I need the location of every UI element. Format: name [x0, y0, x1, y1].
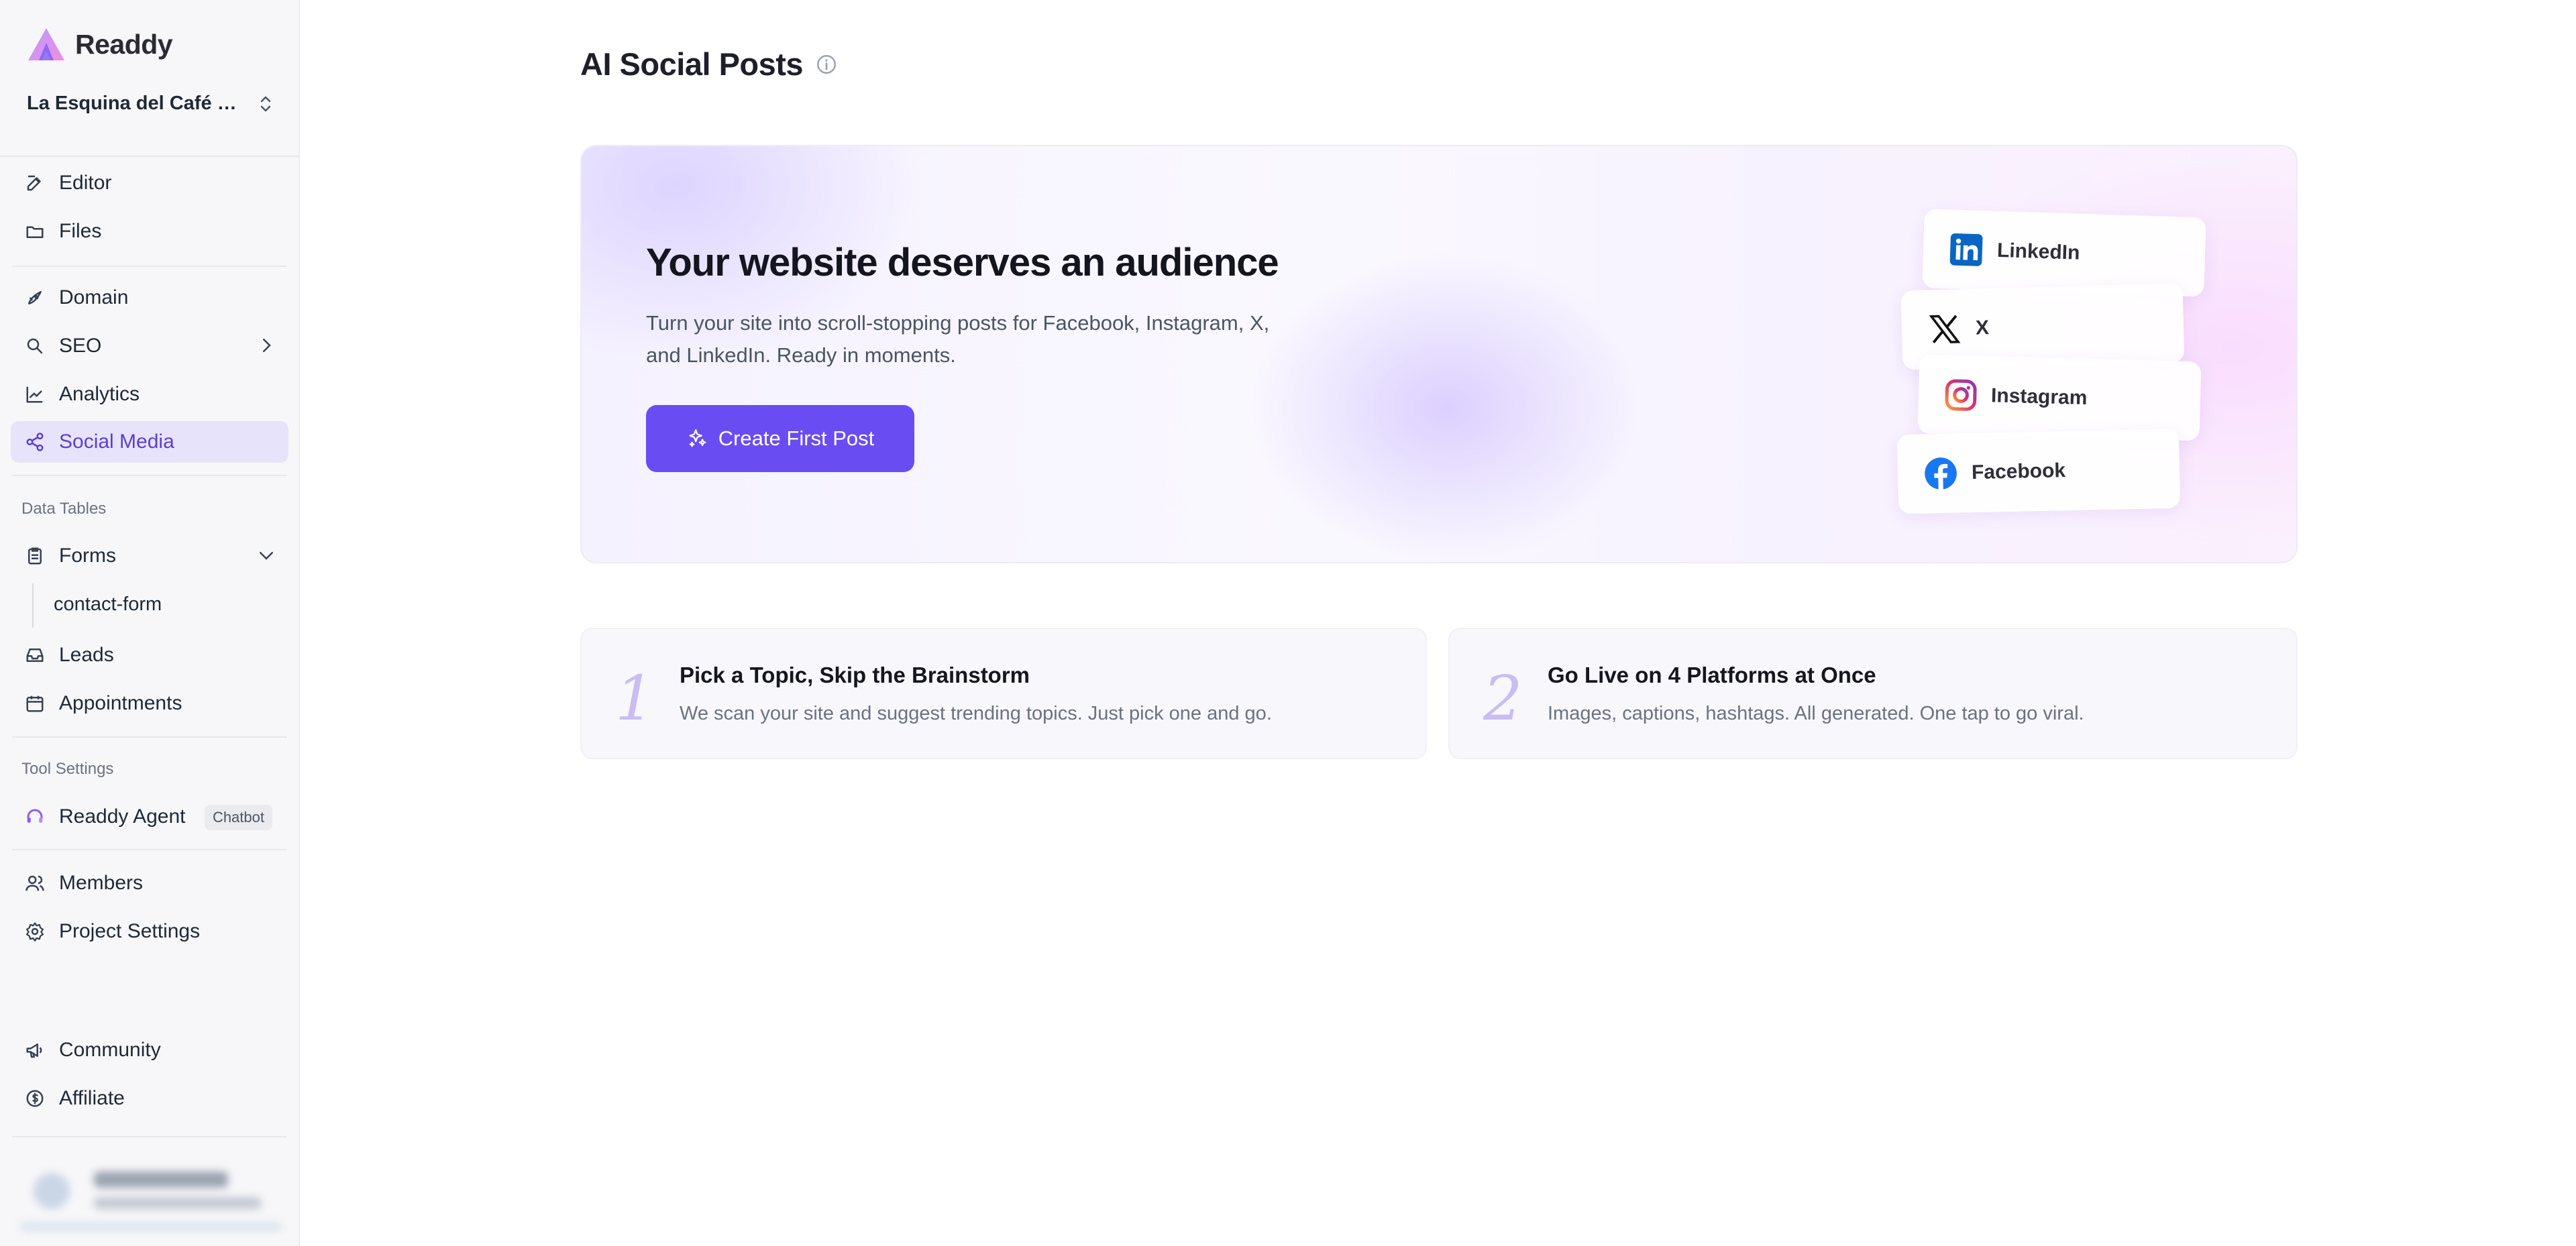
section-label-data-tables: Data Tables — [21, 500, 107, 518]
instagram-icon — [1945, 379, 1977, 411]
platform-label: LinkedIn — [1996, 239, 2080, 264]
sidebar-item-label: Readdy Agent — [59, 805, 186, 828]
sidebar-item-label: Analytics — [59, 383, 140, 405]
platform-label: X — [1975, 317, 1990, 339]
usage-bar — [20, 1223, 282, 1231]
sidebar-item-community[interactable]: Community — [11, 1029, 288, 1071]
chevron-right-icon — [256, 335, 276, 361]
sidebar-item-leads[interactable]: Leads — [11, 634, 288, 676]
share-icon — [24, 431, 46, 453]
hero-description: Turn your site into scroll-stopping post… — [646, 311, 1270, 367]
sidebar-item-members[interactable]: Members — [11, 862, 288, 904]
step-card-2: 2 Go Live on 4 Platforms at Once Images,… — [1448, 628, 2298, 759]
headset-icon — [24, 806, 46, 828]
chevron-updown-icon — [260, 96, 271, 111]
divider — [0, 156, 300, 157]
edit-icon — [24, 172, 46, 194]
sidebar-item-label: Forms — [59, 545, 116, 567]
hero-banner: Your website deserves an audience Turn y… — [580, 145, 2298, 563]
divider — [12, 1136, 287, 1137]
search-icon — [24, 335, 46, 357]
app-window: Readdy La Esquina del Café – ... Editor … — [0, 0, 2576, 1246]
platform-card-facebook: Facebook — [1896, 429, 2181, 514]
rocket-icon — [24, 287, 46, 308]
step-card-1: 1 Pick a Topic, Skip the Brainstorm We s… — [580, 628, 1427, 759]
info-icon[interactable] — [815, 53, 838, 76]
sidebar-item-label: Files — [59, 220, 102, 242]
app-name: Readdy — [75, 28, 173, 60]
avatar — [34, 1173, 70, 1209]
megaphone-icon — [24, 1039, 46, 1061]
chart-line-icon — [24, 384, 46, 405]
cta-label: Create First Post — [718, 427, 875, 450]
step-description: We scan your site and suggest trending t… — [680, 703, 1272, 724]
sidebar-item-label: Appointments — [59, 692, 182, 714]
sidebar-item-label: Project Settings — [59, 920, 201, 942]
page-header: AI Social Posts — [580, 46, 838, 82]
chevron-down-icon — [256, 545, 276, 571]
sparkles-icon — [689, 429, 706, 447]
users-icon — [24, 872, 46, 894]
project-switcher[interactable]: La Esquina del Café – ... — [27, 93, 274, 115]
sidebar-item-editor[interactable]: Editor — [11, 162, 288, 204]
divider — [12, 849, 287, 850]
platform-label: Instagram — [1990, 384, 2088, 410]
sidebar-item-domain[interactable]: Domain — [11, 277, 288, 319]
sidebar-subitem-contact-form[interactable]: contact-form — [54, 593, 162, 616]
main-content: AI Social Posts Your website deserves an… — [300, 0, 2576, 1246]
dollar-circle-icon — [24, 1088, 46, 1109]
gear-icon — [24, 921, 46, 942]
divider — [12, 736, 287, 738]
tree-line — [32, 583, 34, 628]
create-first-post-button[interactable]: Create First Post — [646, 405, 914, 472]
step-number: 1 — [615, 663, 655, 734]
sidebar-item-seo[interactable]: SEO — [11, 325, 288, 367]
facebook-icon — [1925, 457, 1957, 490]
sidebar-item-label: Affiliate — [59, 1087, 125, 1109]
sidebar: Readdy La Esquina del Café – ... Editor … — [0, 0, 300, 1246]
step-title: Pick a Topic, Skip the Brainstorm — [680, 663, 1030, 687]
sidebar-item-analytics[interactable]: Analytics — [11, 374, 288, 415]
divider — [12, 475, 287, 476]
sidebar-item-label: Community — [59, 1039, 161, 1061]
user-name-placeholder — [94, 1172, 228, 1188]
sidebar-item-files[interactable]: Files — [11, 211, 288, 252]
sidebar-item-forms[interactable]: Forms — [11, 535, 288, 577]
linkedin-icon — [1949, 233, 1983, 266]
sidebar-item-label: Domain — [59, 286, 129, 308]
divider — [12, 266, 287, 267]
sidebar-item-label: SEO — [59, 335, 102, 357]
step-description: Images, captions, hashtags. All generate… — [1548, 703, 2084, 724]
section-label-tool-settings: Tool Settings — [21, 760, 114, 778]
calendar-icon — [24, 693, 46, 714]
hero-title: Your website deserves an audience — [646, 241, 1279, 284]
logo[interactable]: Readdy — [27, 27, 173, 62]
inbox-icon — [24, 644, 46, 666]
step-title: Go Live on 4 Platforms at Once — [1548, 663, 1876, 687]
user-email-placeholder — [94, 1197, 262, 1209]
step-number: 2 — [1483, 663, 1523, 734]
chatbot-badge: Chatbot — [204, 805, 272, 830]
user-profile[interactable] — [20, 1157, 282, 1231]
sidebar-item-social-media[interactable]: Social Media — [11, 421, 288, 463]
sidebar-item-appointments[interactable]: Appointments — [11, 683, 288, 724]
folder-icon — [24, 221, 46, 242]
clipboard-icon — [24, 545, 46, 567]
sidebar-item-readdy-agent[interactable]: Readdy Agent Chatbot — [11, 796, 288, 838]
sidebar-item-project-settings[interactable]: Project Settings — [11, 911, 288, 952]
sidebar-item-label: Editor — [59, 172, 112, 194]
sidebar-item-label: Social Media — [59, 431, 174, 453]
sidebar-item-label: Leads — [59, 644, 114, 666]
platform-card-instagram: Instagram — [1917, 354, 2202, 441]
platform-label: Facebook — [1971, 459, 2066, 484]
project-name: La Esquina del Café – ... — [27, 93, 241, 114]
x-logo-icon — [1929, 315, 1961, 344]
readdy-logo-icon — [28, 28, 64, 60]
sidebar-item-label: Members — [59, 872, 144, 894]
page-title: AI Social Posts — [580, 46, 804, 82]
sidebar-item-affiliate[interactable]: Affiliate — [11, 1078, 288, 1119]
